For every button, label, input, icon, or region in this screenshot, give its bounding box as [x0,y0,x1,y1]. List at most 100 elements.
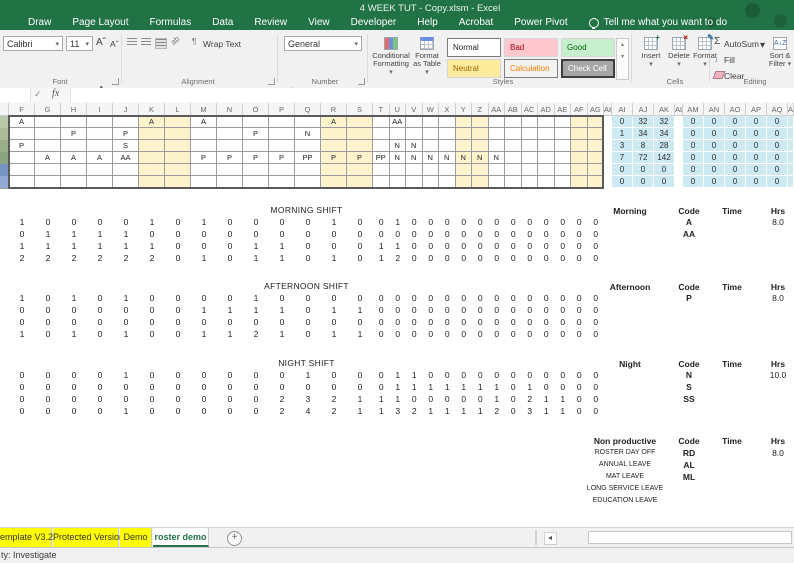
shift-count-cell[interactable]: 0 [588,252,605,264]
roster-cell[interactable] [588,152,605,164]
roster-cell[interactable] [269,164,295,176]
shift-count-cell[interactable]: 0 [87,381,113,393]
summary-cell[interactable]: 34 [633,128,654,140]
roster-cell[interactable] [87,176,113,188]
roster-cell[interactable] [191,176,217,188]
shift-count-cell[interactable]: 1 [390,369,407,381]
column-header-AI[interactable]: AI [612,103,633,116]
column-header-O[interactable]: O [243,103,269,116]
shift-count-cell[interactable]: 0 [555,216,572,228]
shift-count-cell[interactable]: 0 [217,316,243,328]
roster-cell[interactable] [423,164,440,176]
shift-count-cell[interactable]: 0 [373,316,390,328]
align-middle-icon[interactable] [141,38,151,47]
shift-count-cell[interactable]: 1 [87,228,113,240]
roster-cell[interactable] [522,116,539,128]
shift-count-cell[interactable]: 0 [390,292,407,304]
column-header-AB[interactable]: AB [505,103,522,116]
roster-cell[interactable]: N [456,152,473,164]
shift-count-cell[interactable]: 0 [588,405,605,417]
shift-count-cell[interactable]: 0 [191,381,217,393]
roster-cell[interactable]: P [321,152,347,164]
shift-count-cell[interactable]: 0 [538,316,555,328]
shift-count-cell[interactable]: 0 [139,316,165,328]
shift-count-cell[interactable]: 0 [555,228,572,240]
shift-count-cell[interactable]: 0 [347,381,373,393]
roster-cell[interactable] [165,152,191,164]
shift-count-cell[interactable]: 0 [35,292,61,304]
roster-cell[interactable] [571,152,588,164]
roster-cell[interactable] [373,164,390,176]
shift-count-cell[interactable]: 0 [439,292,456,304]
shift-count-cell[interactable]: 0 [489,240,506,252]
roster-cell[interactable]: N [489,152,506,164]
shift-count-cell[interactable]: 0 [555,316,572,328]
shift-count-cell[interactable]: 0 [456,369,473,381]
shift-count-cell[interactable]: 1 [61,228,87,240]
column-header-AH[interactable]: AH [604,103,612,116]
shift-count-cell[interactable]: 1 [9,240,35,252]
shift-count-cell[interactable]: 0 [347,252,373,264]
roster-cell[interactable] [243,164,269,176]
shift-count-cell[interactable]: 1 [472,405,489,417]
shift-count-cell[interactable]: 0 [538,304,555,316]
shift-count-cell[interactable]: 0 [35,369,61,381]
summary-cell[interactable]: 0 [683,128,704,140]
shift-count-cell[interactable]: 0 [87,393,113,405]
shift-count-cell[interactable]: 0 [139,381,165,393]
shift-count-cell[interactable]: 0 [423,328,440,340]
column-header-V[interactable]: V [406,103,423,116]
shift-count-cell[interactable]: 1 [406,369,423,381]
shift-count-cell[interactable]: 0 [456,252,473,264]
shift-count-cell[interactable]: 1 [347,393,373,405]
ribbon-tab-developer[interactable]: Developer [351,17,397,28]
shift-count-cell[interactable]: 0 [321,369,347,381]
shift-count-cell[interactable]: 0 [439,393,456,405]
name-box[interactable] [0,88,31,102]
shift-count-cell[interactable]: 0 [139,405,165,417]
shift-count-cell[interactable]: 0 [439,228,456,240]
roster-cell[interactable] [538,152,555,164]
shift-count-cell[interactable]: 0 [505,240,522,252]
shift-count-cell[interactable]: 0 [61,381,87,393]
shift-count-cell[interactable]: 0 [555,240,572,252]
summary-cell[interactable]: 7 [612,152,633,164]
roster-cell[interactable]: A [87,152,113,164]
shift-count-cell[interactable]: 0 [165,240,191,252]
shift-count-cell[interactable]: 1 [347,405,373,417]
roster-cell[interactable] [217,116,243,128]
shift-count-cell[interactable]: 2 [522,393,539,405]
roster-cell[interactable] [390,128,407,140]
shift-count-cell[interactable]: 0 [9,304,35,316]
autosum-button[interactable]: AutoSum [724,37,759,51]
shift-count-cell[interactable]: 0 [35,381,61,393]
shift-count-cell[interactable]: 0 [588,316,605,328]
shift-count-cell[interactable]: 0 [505,216,522,228]
summary-cell[interactable]: 0 [767,128,788,140]
shift-count-cell[interactable]: 0 [61,369,87,381]
shift-count-cell[interactable]: 0 [472,304,489,316]
style-gallery-scroll[interactable]: ▴▾ [616,38,629,80]
summary-cell[interactable]: 0 [704,176,725,188]
shift-count-cell[interactable]: 1 [538,405,555,417]
roster-cell[interactable] [472,164,489,176]
summary-cell[interactable]: 0 [704,152,725,164]
roster-cell[interactable] [373,140,390,152]
roster-cell[interactable] [406,164,423,176]
shift-count-cell[interactable]: 1 [373,393,390,405]
shift-count-cell[interactable]: 1 [269,252,295,264]
shift-count-cell[interactable]: 0 [406,240,423,252]
shift-count-cell[interactable]: 1 [269,328,295,340]
sheet-tab-demo[interactable]: Demo [120,528,152,547]
roster-cell[interactable] [456,116,473,128]
roster-cell[interactable]: N [390,140,407,152]
shift-count-cell[interactable]: 0 [522,252,539,264]
shift-count-cell[interactable]: 0 [505,228,522,240]
roster-cell[interactable] [571,164,588,176]
roster-cell[interactable]: P [191,152,217,164]
roster-cell[interactable] [538,128,555,140]
ribbon-tab-power-pivot[interactable]: Power Pivot [514,17,567,28]
roster-cell[interactable] [423,128,440,140]
shift-count-cell[interactable]: 0 [571,216,588,228]
shift-count-cell[interactable]: 0 [456,240,473,252]
